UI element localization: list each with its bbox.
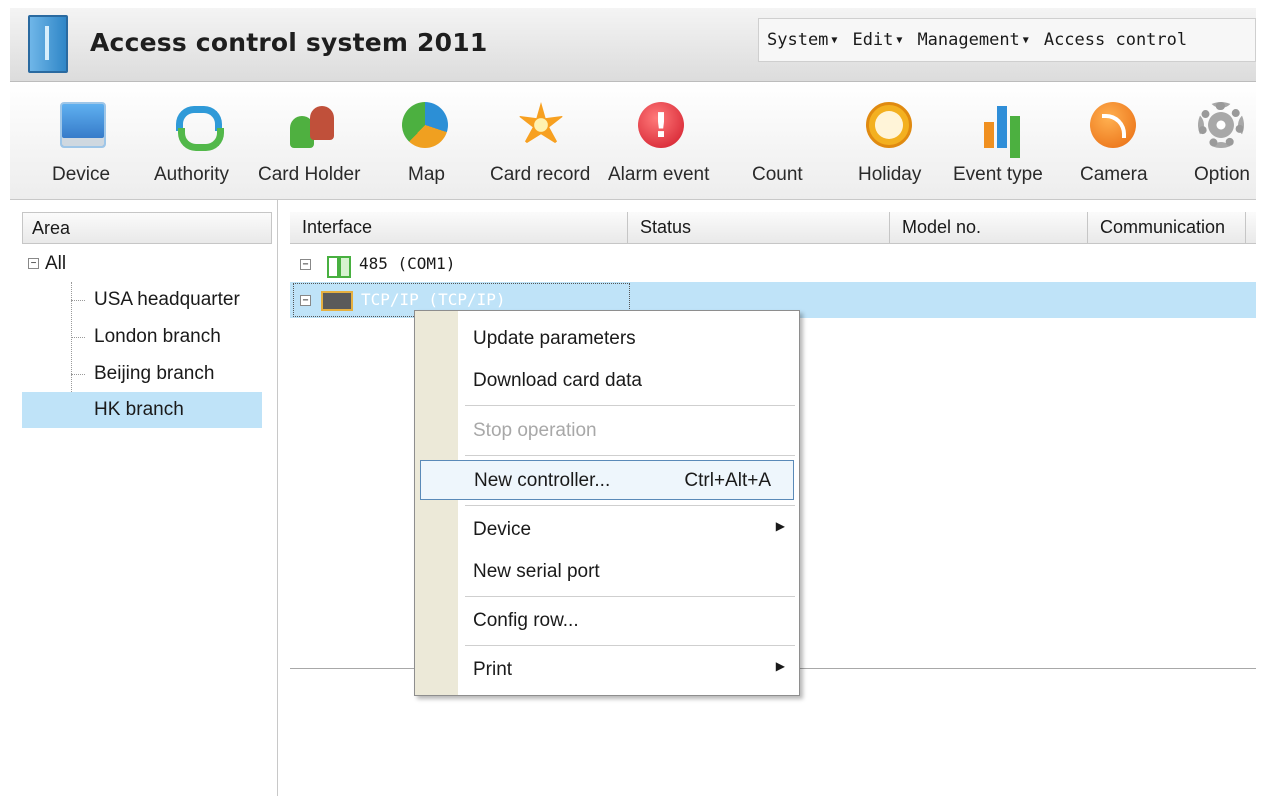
toolbar-label: Authority <box>154 164 229 185</box>
collapse-icon[interactable]: − <box>300 259 311 270</box>
toolbar-label: Holiday <box>858 164 922 185</box>
menu-item-config-row[interactable]: Config row... <box>415 601 799 641</box>
chevron-down-icon: ▼ <box>1022 34 1029 46</box>
menu-separator <box>465 645 795 646</box>
authority-icon <box>170 102 224 151</box>
option-icon <box>1198 102 1244 148</box>
app-door-icon <box>28 15 68 73</box>
alarm-event-icon <box>638 102 684 148</box>
menu-access-control[interactable]: Access control <box>1044 30 1187 50</box>
toolbar-option-button[interactable]: Option <box>1180 82 1256 200</box>
tree-node-label: London branch <box>94 326 221 347</box>
map-icon <box>402 102 448 148</box>
device-icon <box>60 102 106 148</box>
menu-item-label: Device <box>473 519 532 540</box>
tree-connector <box>71 300 85 301</box>
chevron-down-icon: ▼ <box>831 34 838 46</box>
menu-access-control-label: Access control <box>1043 30 1188 50</box>
toolbar-label: Alarm event <box>608 164 710 185</box>
toolbar-card-holder-button[interactable]: Card Holder <box>258 82 368 200</box>
menu-item-label: Print <box>473 659 513 680</box>
menu-separator <box>465 455 795 456</box>
column-communication[interactable]: Communication <box>1088 212 1246 244</box>
holiday-icon <box>866 102 912 148</box>
menu-bar: System ▼ Edit ▼ Management ▼ Access control <box>758 18 1256 62</box>
grid-header: Interface Status Model no. Communication <box>290 212 1256 244</box>
column-model-no[interactable]: Model no. <box>890 212 1088 244</box>
column-interface[interactable]: Interface <box>290 212 628 244</box>
menu-separator <box>465 596 795 597</box>
menu-item-update-parameters[interactable]: Update parameters <box>415 319 799 359</box>
toolbar-label: Count <box>752 164 803 185</box>
toolbar-alarm-event-button[interactable]: Alarm event <box>608 82 720 200</box>
toolbar-count-button[interactable]: Count <box>738 82 818 200</box>
menu-separator <box>465 505 795 506</box>
chevron-down-icon: ▼ <box>896 34 903 46</box>
tree-node-london-branch[interactable]: London branch <box>94 319 221 355</box>
collapse-icon[interactable]: − <box>28 258 39 270</box>
toolbar: Device Authority Card Holder Map Card re… <box>10 82 1256 200</box>
area-header: Area <box>22 212 272 244</box>
menu-management[interactable]: Management ▼ <box>917 30 1028 50</box>
row-label: 485 (COM1) <box>359 254 456 273</box>
toolbar-authority-button[interactable]: Authority <box>148 82 258 200</box>
tree-connector <box>71 374 85 375</box>
menu-item-download-card-data[interactable]: Download card data <box>415 361 799 401</box>
toolbar-label: Event type <box>953 164 1043 185</box>
menu-management-label: Management <box>917 30 1020 50</box>
toolbar-label: Option <box>1194 164 1250 185</box>
camera-icon <box>1090 102 1136 148</box>
app-title: Access control system 2011 <box>90 28 488 57</box>
tree-node-hk-branch[interactable]: HK branch <box>22 392 262 428</box>
toolbar-map-button[interactable]: Map <box>378 82 478 200</box>
toolbar-label: Device <box>52 164 111 185</box>
toolbar-event-type-button[interactable]: Event type <box>948 82 1058 200</box>
context-menu: Update parameters Download card data Sto… <box>414 310 800 696</box>
column-status[interactable]: Status <box>628 212 890 244</box>
toolbar-device-button[interactable]: Device <box>28 82 138 200</box>
menu-item-label: New serial port <box>473 561 600 582</box>
tree-node-all[interactable]: − All <box>28 246 66 282</box>
title-bar: Access control system 2011 System ▼ Edit ▼… <box>10 8 1256 82</box>
menu-item-label: Config row... <box>473 610 579 631</box>
area-panel: Area − All USA headquarter London branch … <box>10 200 278 796</box>
tree-node-label: All <box>45 253 67 274</box>
menu-item-device[interactable]: Device ▶ <box>415 510 799 550</box>
tree-node-label: HK branch <box>94 399 184 420</box>
menu-item-stop-operation: Stop operation <box>415 411 799 451</box>
card-holder-icon <box>288 102 334 148</box>
menu-system-label: System <box>767 30 829 50</box>
menu-item-label: Download card data <box>473 370 642 391</box>
toolbar-label: Camera <box>1080 164 1148 185</box>
chevron-right-icon: ▶ <box>775 659 785 673</box>
table-row[interactable]: − 485 (COM1) <box>290 246 1256 282</box>
menu-edit-label: Edit <box>852 30 894 50</box>
menu-item-new-serial-port[interactable]: New serial port <box>415 552 799 592</box>
menu-item-new-controller[interactable]: New controller... Ctrl+Alt+A <box>420 460 794 500</box>
tree-node-label: USA headquarter <box>94 289 240 310</box>
tree-node-beijing-branch[interactable]: Beijing branch <box>94 356 214 392</box>
menu-item-label: Stop operation <box>473 420 597 441</box>
chevron-right-icon: ▶ <box>775 519 785 533</box>
tree-node-label: Beijing branch <box>94 363 215 384</box>
toolbar-label: Card Holder <box>258 164 361 185</box>
card-record-icon <box>518 102 564 146</box>
event-type-icon <box>980 102 1026 148</box>
menu-item-label: New controller... <box>474 470 611 491</box>
toolbar-holiday-button[interactable]: Holiday <box>852 82 932 200</box>
menu-separator <box>465 405 795 406</box>
toolbar-label: Map <box>408 164 445 185</box>
tree-node-usa-headquarter[interactable]: USA headquarter <box>94 282 240 318</box>
menu-edit[interactable]: Edit ▼ <box>852 30 902 50</box>
menu-item-print[interactable]: Print ▶ <box>415 650 799 690</box>
tree-connector <box>71 337 85 338</box>
toolbar-label: Card record <box>490 164 591 185</box>
toolbar-card-record-button[interactable]: Card record <box>488 82 600 200</box>
menu-system[interactable]: System ▼ <box>767 30 837 50</box>
toolbar-camera-button[interactable]: Camera <box>1074 82 1154 200</box>
serial-port-icon <box>321 255 355 278</box>
menu-item-shortcut: Ctrl+Alt+A <box>684 470 771 491</box>
menu-item-label: Update parameters <box>473 328 636 349</box>
